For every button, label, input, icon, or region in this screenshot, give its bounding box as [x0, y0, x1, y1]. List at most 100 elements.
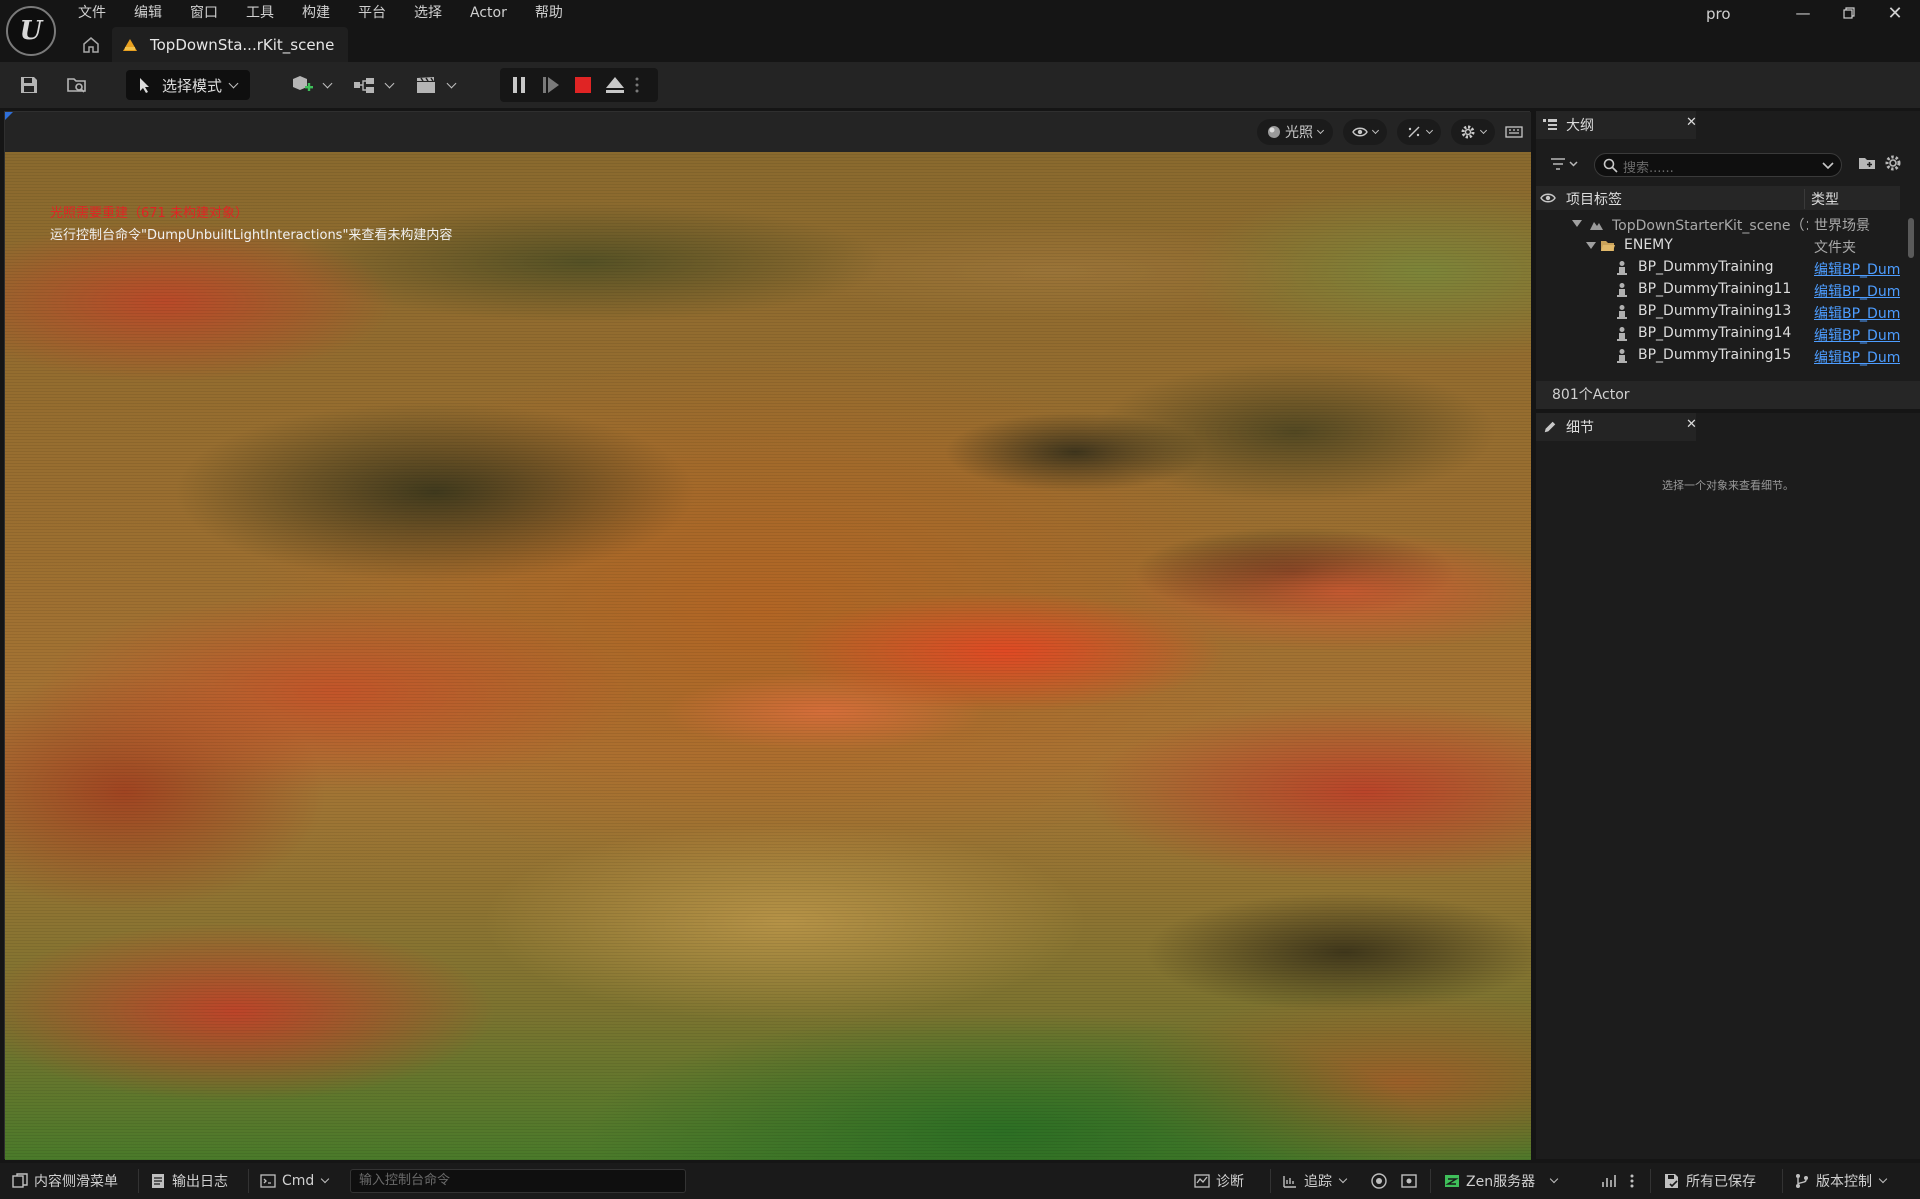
outliner-scrollbar[interactable] — [1908, 218, 1914, 258]
show-flags-dropdown[interactable] — [1343, 119, 1387, 145]
view-mode-label: 光照 — [1285, 125, 1313, 141]
menu-build[interactable]: 构建 — [288, 0, 344, 26]
menu-select[interactable]: 选择 — [400, 0, 456, 26]
level-warning-icon — [123, 38, 137, 51]
output-log-icon — [152, 1174, 164, 1188]
frame-advance-icon[interactable] — [540, 74, 562, 96]
stop-icon[interactable] — [572, 74, 594, 96]
title-bar: U 文件 编辑 窗口 工具 构建 平台 选择 Actor 帮助 pro — ✕ … — [0, 0, 1920, 62]
unreal-logo-icon[interactable]: U — [6, 6, 56, 56]
tree-row-actor[interactable]: BP_DummyTraining14 编辑BP_Dum — [1536, 323, 1900, 345]
filter-icon — [1551, 158, 1578, 170]
viewport-settings-dropdown[interactable] — [1451, 119, 1495, 145]
menu-tools[interactable]: 工具 — [232, 0, 288, 26]
save-all-icon — [1665, 1174, 1678, 1188]
chevron-down-icon — [1338, 1174, 1348, 1184]
menu-platforms[interactable]: 平台 — [344, 0, 400, 26]
edit-blueprint-link[interactable]: 编辑BP_Dum — [1814, 303, 1900, 323]
close-icon[interactable]: ✕ — [1686, 115, 1697, 130]
edit-blueprint-link[interactable]: 编辑BP_Dum — [1814, 347, 1900, 367]
all-saved-button[interactable]: 所有已保存 — [1664, 1163, 1756, 1199]
chevron-down-icon — [228, 78, 239, 88]
close-icon[interactable]: ✕ — [1686, 417, 1697, 432]
status-bar: 内容侧滑菜单 输出日志 Cmd 输入控制台命令 诊断 追踪 Zen服务器 所有已… — [0, 1163, 1920, 1199]
home-icon[interactable] — [80, 34, 102, 56]
visibility-eye-icon[interactable] — [1540, 190, 1556, 206]
viewport-toolbar: 光照 — [5, 112, 1531, 152]
live-coding-icon[interactable] — [1370, 1163, 1388, 1199]
level-viewport[interactable]: 光照 光照需要重建（671 未构建对象） 运行控制台命令"DumpUnbuilt… — [4, 111, 1531, 1160]
level-tab-label: TopDownSta...rKit_scene — [150, 35, 335, 54]
console-command-input[interactable]: 输入控制台命令 — [350, 1169, 686, 1193]
more-options-icon[interactable] — [630, 74, 644, 96]
menu-edit[interactable]: 编辑 — [120, 0, 176, 26]
edit-blueprint-link[interactable]: 编辑BP_Dum — [1814, 281, 1900, 301]
expand-arrow-icon[interactable] — [1586, 242, 1596, 249]
tree-row-actor[interactable]: BP_DummyTraining 编辑BP_Dum — [1536, 257, 1900, 279]
view-mode-dropdown[interactable]: 光照 — [1257, 119, 1333, 145]
pencil-icon — [1544, 421, 1556, 433]
folder-browse-icon[interactable] — [64, 73, 90, 97]
content-drawer-button[interactable]: 内容侧滑菜单 — [12, 1163, 118, 1199]
snap-settings-dropdown[interactable] — [1397, 119, 1441, 145]
snap-icon — [1408, 126, 1420, 138]
add-folder-icon[interactable] — [1858, 154, 1876, 172]
more-options-icon[interactable] — [1630, 1163, 1634, 1199]
divider — [138, 1169, 139, 1193]
column-item-label[interactable]: 项目标签 — [1566, 189, 1622, 209]
blueprint-button[interactable] — [352, 72, 395, 98]
tree-row-actor[interactable]: BP_DummyTraining13 编辑BP_Dum — [1536, 301, 1900, 323]
output-log-button[interactable]: 输出日志 — [150, 1163, 228, 1199]
chevron-down-icon — [1425, 126, 1434, 134]
diagnostics-button[interactable]: 诊断 — [1194, 1163, 1244, 1199]
trace-dropdown[interactable]: 追踪 — [1282, 1163, 1348, 1199]
pause-icon[interactable] — [508, 74, 530, 96]
details-empty-message: 选择一个对象来查看细节。 — [1662, 479, 1794, 492]
actor-count: 801个Actor — [1536, 381, 1920, 409]
selection-mode-dropdown[interactable]: 选择模式 — [126, 70, 250, 100]
zen-server-dropdown[interactable]: Zen服务器 — [1444, 1163, 1559, 1199]
expand-arrow-icon[interactable] — [1572, 220, 1582, 227]
edit-blueprint-link[interactable]: 编辑BP_Dum — [1814, 259, 1900, 279]
actor-pawn-icon — [1617, 305, 1627, 319]
tree-row-world[interactable]: TopDownStarterKit_scene（： 世界场景 — [1536, 213, 1900, 235]
menu-help[interactable]: 帮助 — [521, 0, 577, 26]
edit-blueprint-link[interactable]: 编辑BP_Dum — [1814, 325, 1900, 345]
diagnostics-icon — [1194, 1174, 1210, 1188]
menu-file[interactable]: 文件 — [64, 0, 120, 26]
cmd-dropdown[interactable]: Cmd — [260, 1163, 330, 1199]
recording-icon[interactable] — [1400, 1163, 1418, 1199]
details-tab[interactable]: 细节 ✕ — [1536, 413, 1697, 441]
chevron-down-icon[interactable] — [1821, 157, 1835, 173]
menu-actor[interactable]: Actor — [456, 0, 521, 26]
outliner-search-input[interactable]: 搜索...... — [1594, 153, 1842, 177]
gear-icon[interactable] — [1884, 154, 1902, 172]
divider — [1270, 1169, 1271, 1193]
lit-sphere-icon — [1268, 126, 1280, 138]
cinematics-button[interactable] — [414, 72, 457, 98]
filter-dropdown[interactable] — [1548, 153, 1584, 175]
tree-row-folder[interactable]: ENEMY 文件夹 — [1536, 235, 1900, 257]
eject-icon[interactable] — [604, 74, 626, 96]
viewport-layout-button[interactable] — [1501, 119, 1527, 145]
zen-server-label: Zen服务器 — [1466, 1174, 1536, 1190]
branch-icon — [1796, 1174, 1808, 1188]
derived-data-icon[interactable] — [1600, 1163, 1618, 1199]
column-type[interactable]: 类型 — [1804, 189, 1900, 209]
restore-icon[interactable] — [1826, 0, 1872, 26]
source-control-dropdown[interactable]: 版本控制 — [1794, 1163, 1888, 1199]
menu-window[interactable]: 窗口 — [176, 0, 232, 26]
divider — [248, 1169, 249, 1193]
tree-row-actor[interactable]: BP_DummyTraining11 编辑BP_Dum — [1536, 279, 1900, 301]
tree-row-actor[interactable]: BP_DummyTraining15 编辑BP_Dum — [1536, 345, 1900, 367]
save-icon[interactable] — [16, 73, 42, 97]
close-window-icon[interactable]: ✕ — [1872, 0, 1918, 26]
level-tab[interactable]: TopDownSta...rKit_scene — [112, 27, 348, 62]
tree-row-type: 世界场景 — [1814, 218, 1870, 234]
minimize-icon[interactable]: — — [1780, 0, 1826, 26]
viewport-scene-render[interactable]: 光照需要重建（671 未构建对象） 运行控制台命令"DumpUnbuiltLig… — [5, 152, 1531, 1160]
tree-row-label: BP_DummyTraining11 — [1638, 281, 1792, 297]
unreal-editor-window: U 文件 编辑 窗口 工具 构建 平台 选择 Actor 帮助 pro — ✕ … — [0, 0, 1920, 1199]
add-actor-button[interactable] — [290, 72, 333, 98]
outliner-tab[interactable]: 大纲 ✕ — [1536, 111, 1697, 139]
